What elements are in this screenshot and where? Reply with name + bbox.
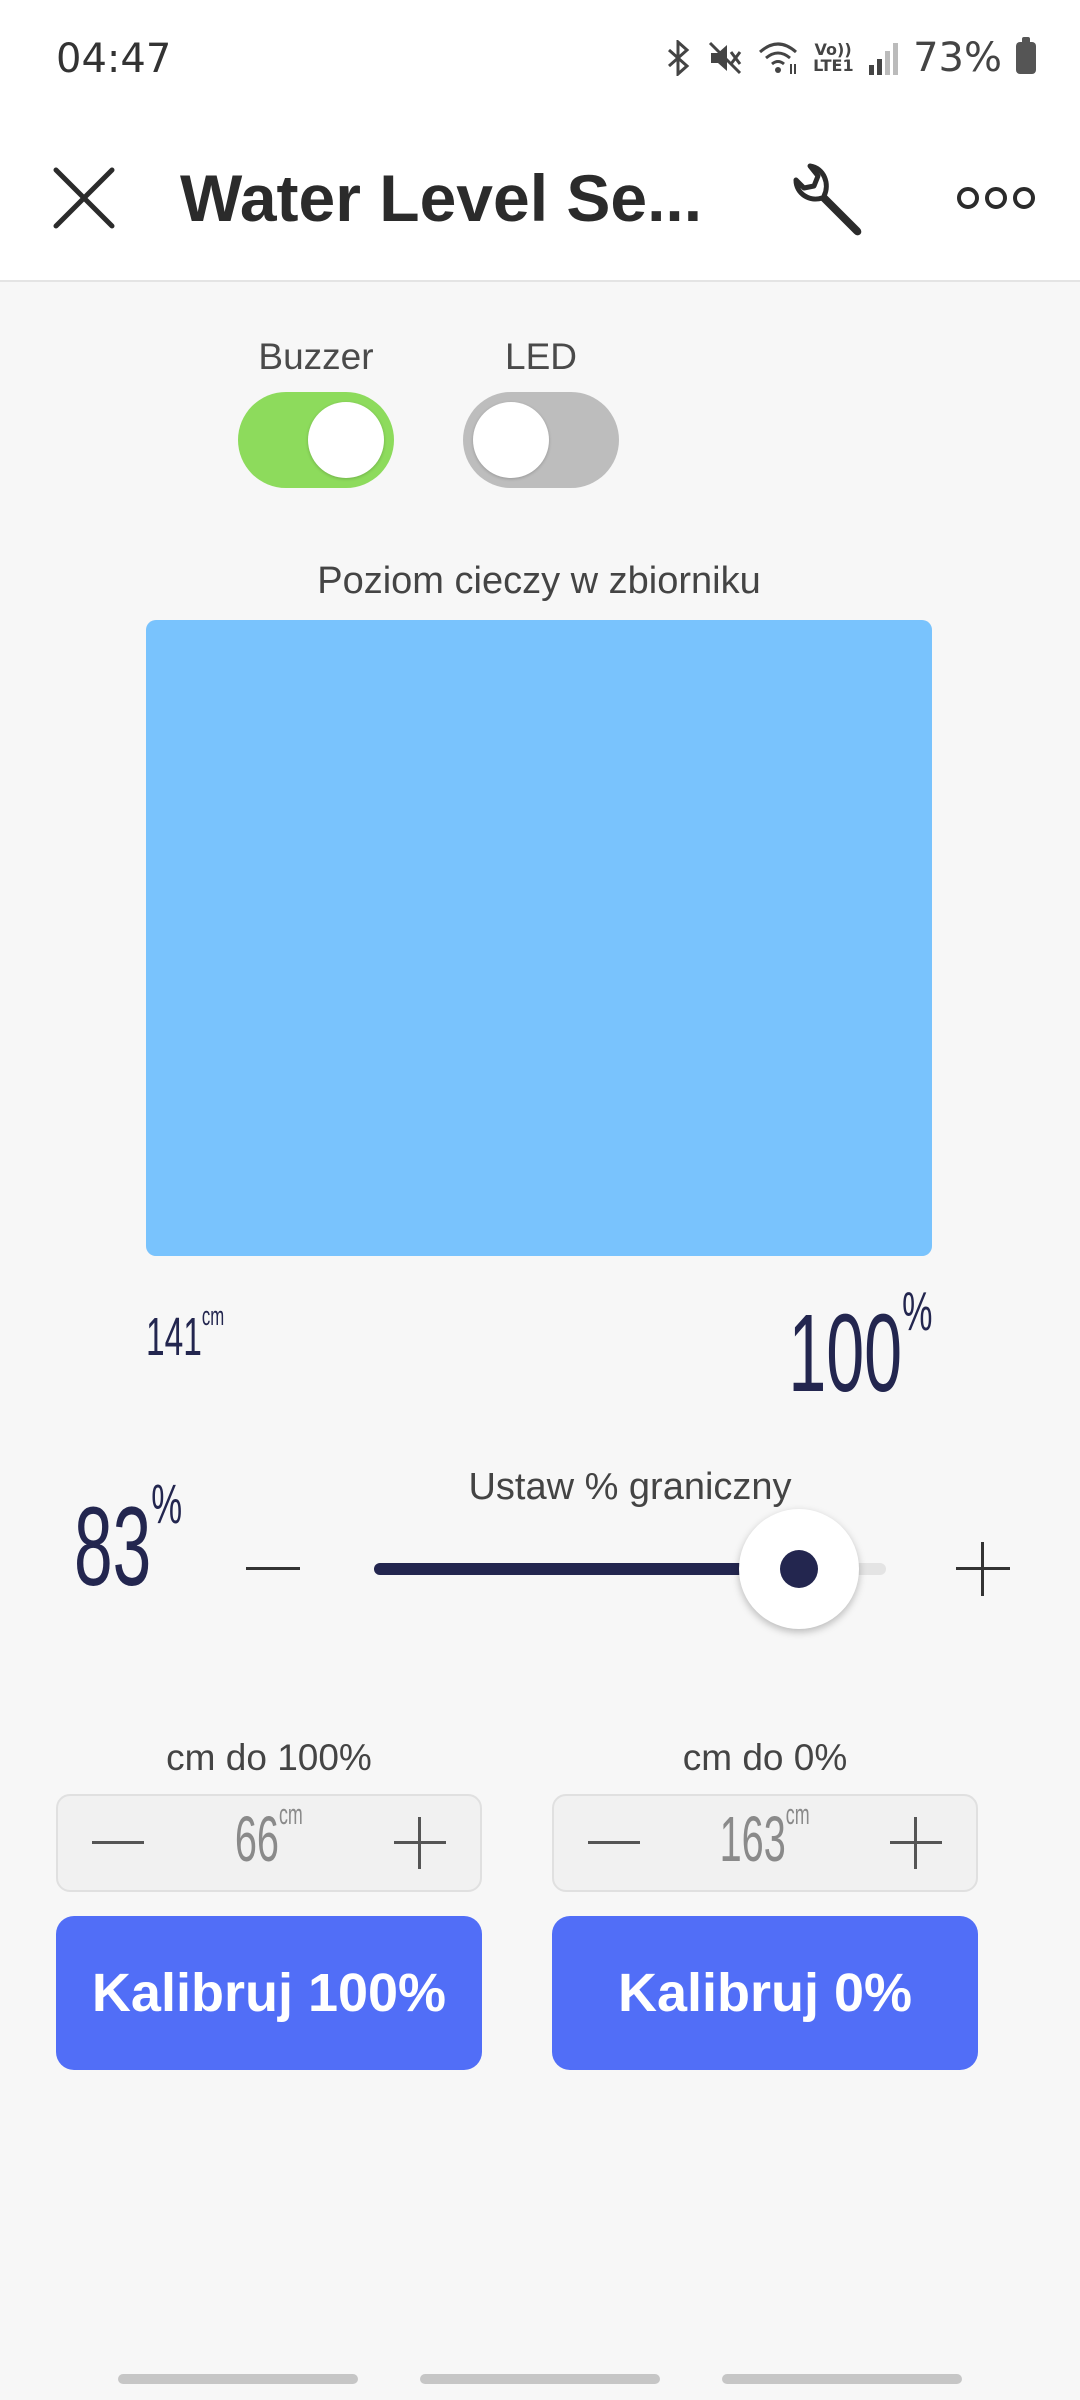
- tank-level-indicator: [146, 620, 932, 1256]
- close-button[interactable]: [34, 148, 134, 248]
- threshold-slider[interactable]: [374, 1509, 886, 1629]
- toggle-knob: [473, 402, 549, 478]
- nav-back-button[interactable]: [722, 2374, 962, 2384]
- calibration-full-decrease-button[interactable]: [58, 1796, 178, 1890]
- slider-thumb[interactable]: [738, 1509, 859, 1629]
- calibration-empty-stepper: 163cm: [552, 1794, 978, 1892]
- calibration-full-number: 66: [235, 1803, 280, 1875]
- volte-icon: Vo)) LTE1: [813, 40, 854, 75]
- led-label: LED: [505, 336, 577, 377]
- battery-percent: 73%: [913, 35, 1002, 81]
- level-unit: %: [901, 1280, 932, 1342]
- wrench-icon: [793, 163, 862, 236]
- signal-icon: [869, 43, 899, 75]
- plus-icon: [956, 1542, 1010, 1596]
- calibration-full-unit: cm: [279, 1799, 303, 1832]
- close-icon: [53, 167, 115, 229]
- tank-label: Poziom cieczy w zbiorniku: [317, 560, 761, 602]
- calibration-empty-unit: cm: [786, 1799, 810, 1832]
- buzzer-label: Buzzer: [258, 336, 374, 377]
- threshold-value: 83: [74, 1484, 152, 1609]
- status-time: 04:47: [56, 36, 172, 82]
- buzzer-toggle-group: Buzzer: [231, 336, 401, 488]
- plus-icon: [890, 1817, 942, 1869]
- toggle-knob: [308, 402, 384, 478]
- calibration-empty-value: 163cm: [674, 1799, 856, 1876]
- threshold-readout: 83%: [74, 1472, 248, 1611]
- plus-icon: [394, 1817, 446, 1869]
- more-icon: [957, 187, 1035, 209]
- page-title: Water Level Se...: [180, 161, 700, 235]
- calibrate-0-button[interactable]: Kalibruj 0%: [552, 1916, 978, 2070]
- nav-home-button[interactable]: [420, 2374, 660, 2384]
- threshold-unit: %: [151, 1471, 183, 1535]
- calibration-full-panel: cm do 100% 66cm Kalibruj 100%: [56, 1730, 482, 2070]
- threshold-label: Ustaw % graniczny: [468, 1466, 792, 1508]
- calibration-full-increase-button[interactable]: [360, 1796, 480, 1890]
- buzzer-toggle[interactable]: [238, 392, 394, 488]
- distance-readout: 141cm: [146, 1301, 272, 1368]
- app-header: Water Level Se...: [0, 120, 1080, 282]
- more-button[interactable]: [946, 148, 1046, 248]
- calibration-full-stepper: 66cm: [56, 1794, 482, 1892]
- minus-icon: [246, 1567, 300, 1570]
- calibration-empty-increase-button[interactable]: [856, 1796, 976, 1890]
- minus-icon: [92, 1841, 144, 1844]
- calibration-empty-number: 163: [719, 1803, 787, 1875]
- calibration-full-value: 66cm: [178, 1799, 360, 1876]
- level-value: 100: [787, 1292, 902, 1415]
- led-toggle-group: LED: [456, 336, 626, 488]
- settings-button[interactable]: [778, 148, 878, 248]
- wifi-icon: [759, 42, 798, 74]
- navigation-bar: [0, 2360, 1080, 2400]
- calibration-full-label: cm do 100%: [166, 1737, 372, 1778]
- calibration-empty-panel: cm do 0% 163cm Kalibruj 0%: [552, 1730, 978, 2070]
- distance-value: 141: [146, 1307, 202, 1367]
- level-percent-readout: 100%: [700, 1280, 932, 1417]
- threshold-increase-button[interactable]: [938, 1524, 1028, 1614]
- led-toggle[interactable]: [463, 392, 619, 488]
- distance-unit: cm: [201, 1300, 225, 1331]
- bluetooth-icon: [668, 40, 690, 76]
- mute-icon: [709, 41, 742, 75]
- threshold-decrease-button[interactable]: [228, 1524, 318, 1614]
- status-bar: 04:47 Vo)) LTE1 73%: [0, 0, 1080, 120]
- minus-icon: [588, 1841, 640, 1844]
- nav-recents-button[interactable]: [118, 2374, 358, 2384]
- status-icons: Vo)) LTE1 73%: [665, 32, 1036, 84]
- tank-fill: [146, 620, 932, 1256]
- battery-icon: [1016, 37, 1036, 74]
- calibration-empty-label: cm do 0%: [682, 1737, 848, 1778]
- slider-fill: [374, 1563, 799, 1575]
- calibrate-100-button[interactable]: Kalibruj 100%: [56, 1916, 482, 2070]
- calibration-empty-decrease-button[interactable]: [554, 1796, 674, 1890]
